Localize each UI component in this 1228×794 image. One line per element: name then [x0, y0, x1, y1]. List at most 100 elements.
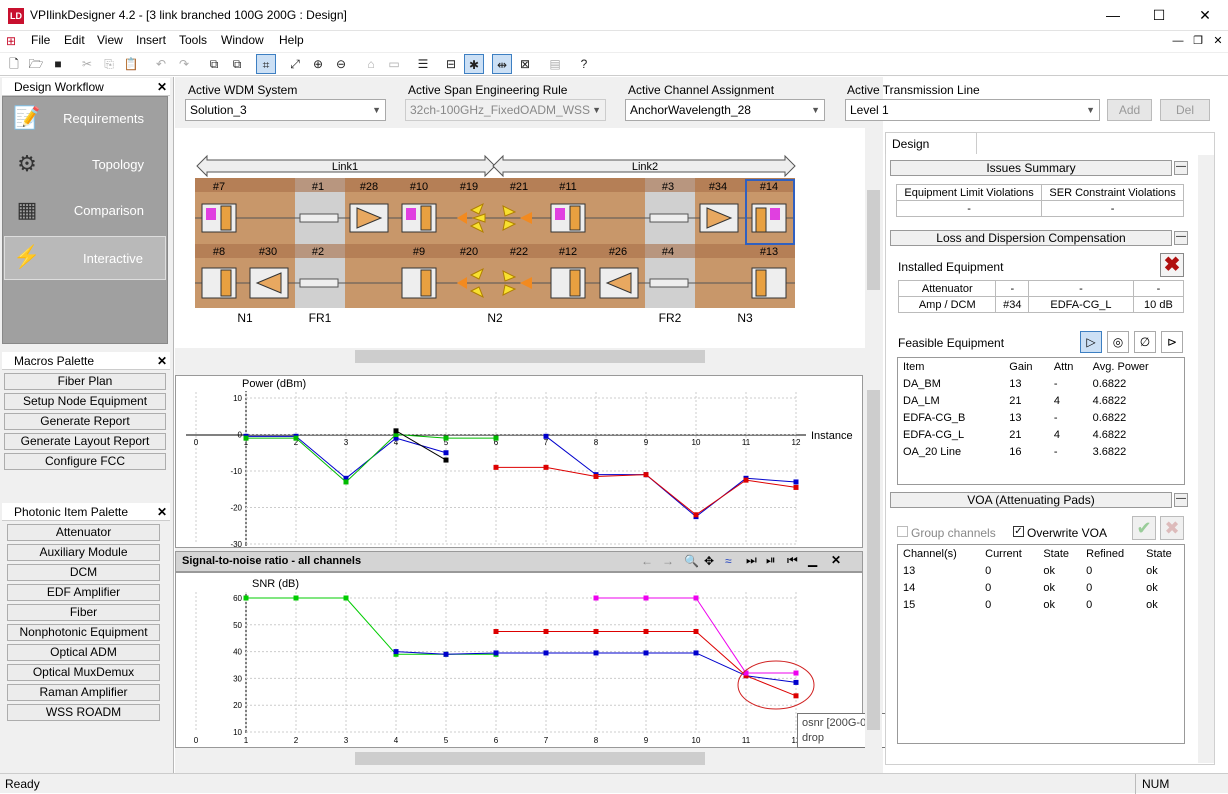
maximize-button[interactable]: ☐: [1136, 0, 1182, 30]
minimize-plot-icon[interactable]: ▁: [808, 553, 817, 567]
duplicate-icon[interactable]: ⧉: [204, 54, 224, 74]
channel-icon[interactable]: ⇹: [492, 54, 512, 74]
wdm-select[interactable]: Solution_3 ▼: [185, 99, 386, 121]
cut-icon[interactable]: ✂: [77, 54, 97, 74]
amplifier-filter-icon[interactable]: ▷: [1080, 331, 1102, 353]
plots-hscroll-thumb[interactable]: [355, 752, 705, 765]
table-row[interactable]: EDFA-CG_B 13 - 0.6822: [898, 409, 1184, 426]
node-tool-icon[interactable]: ⌂: [361, 54, 381, 74]
photonic-close-icon[interactable]: ✕: [157, 503, 169, 521]
open-folder-icon[interactable]: 🗁: [26, 54, 46, 74]
zoom-in-icon[interactable]: ⊕: [308, 54, 328, 74]
photonic-muxdemux[interactable]: Optical MuxDemux: [7, 664, 160, 681]
context-help-icon[interactable]: ?: [574, 54, 594, 74]
power-plot[interactable]: Power (dBm) Instance 10 0 -10 -20 -30 0 1 2 3 4 5 6…: [175, 375, 863, 549]
topology-vscroll-thumb[interactable]: [867, 190, 880, 290]
table-row[interactable]: OA_20 Line 16 - 3.6822: [898, 443, 1184, 460]
group-channels-checkbox[interactable]: [897, 526, 908, 537]
expand-icon[interactable]: ⏯: [766, 553, 776, 568]
menu-tools[interactable]: Tools: [179, 33, 207, 47]
macro-generate-layout[interactable]: Generate Layout Report: [4, 433, 166, 450]
photonic-optical-adm[interactable]: Optical ADM: [7, 644, 160, 661]
back-arrow-icon[interactable]: ←: [641, 554, 653, 568]
workflow-topology[interactable]: Topology: [4, 143, 166, 187]
step-forward-icon[interactable]: ⏭: [746, 553, 757, 568]
link-tool-icon[interactable]: ▭: [384, 54, 404, 74]
copy-icon[interactable]: ⎘: [99, 54, 119, 74]
del-button[interactable]: Del: [1160, 99, 1210, 121]
collapse-icon[interactable]: —: [1174, 231, 1188, 245]
forward-arrow-icon[interactable]: →: [662, 554, 674, 568]
step-back-icon[interactable]: ⏮: [787, 553, 798, 568]
tab-design-assistant[interactable]: Design Assistant: [885, 132, 977, 173]
collapse-icon[interactable]: —: [1174, 161, 1188, 175]
topology-canvas[interactable]: Link1 Link2 #7 #1 #28 #10 #19 #21 #11 #3…: [175, 128, 865, 348]
photonic-auxiliary[interactable]: Auxiliary Module: [7, 544, 160, 561]
photonic-dcm[interactable]: DCM: [7, 564, 160, 581]
macros-close-icon[interactable]: ✕: [157, 352, 169, 370]
dcm-filter-icon[interactable]: ∅: [1134, 331, 1156, 353]
feasible-list[interactable]: Item Gain Attn Avg. Power DA_BM 13 - 0.6822 DA…: [897, 357, 1185, 485]
photonic-attenuator[interactable]: Attenuator: [7, 524, 160, 541]
close-window-button[interactable]: ✕: [1182, 0, 1228, 30]
loss-dispersion-header[interactable]: Loss and Dispersion Compensation: [890, 230, 1172, 246]
menu-insert[interactable]: Insert: [136, 33, 166, 47]
fiber-filter-icon[interactable]: ◎: [1107, 331, 1129, 353]
photonic-nonphotonic[interactable]: Nonphotonic Equipment: [7, 624, 160, 641]
new-file-icon[interactable]: 🗋: [4, 54, 24, 74]
workflow-close-icon[interactable]: ✕: [157, 78, 169, 96]
equipment-icon[interactable]: ⊟: [441, 54, 461, 74]
filter-icon[interactable]: ⊠: [515, 54, 535, 74]
table-row[interactable]: 15 0 ok 0 ok: [898, 596, 1184, 613]
curve-icon[interactable]: ≈: [725, 554, 732, 568]
topology-hscroll-thumb[interactable]: [355, 350, 705, 363]
insert-icon[interactable]: ⧉: [227, 54, 247, 74]
macro-fiber-plan[interactable]: Fiber Plan: [4, 373, 166, 390]
topology-doc-icon[interactable]: ⊞: [6, 33, 22, 49]
cancel-x-icon[interactable]: ✖: [1160, 516, 1184, 540]
zoom-icon[interactable]: 🔍: [684, 554, 699, 568]
menu-help[interactable]: Help: [279, 33, 304, 47]
macro-setup-node[interactable]: Setup Node Equipment: [4, 393, 166, 410]
table-row[interactable]: 14 0 ok 0 ok: [898, 579, 1184, 596]
spectrum-icon[interactable]: ✱: [464, 54, 484, 74]
apply-check-icon[interactable]: ✔: [1132, 516, 1156, 540]
assistant-vscroll[interactable]: [1198, 155, 1214, 763]
attenuator-filter-icon[interactable]: ⊳: [1161, 331, 1183, 353]
undo-icon[interactable]: ↶: [151, 54, 171, 74]
menu-edit[interactable]: Edit: [64, 33, 85, 47]
close-plot-icon[interactable]: ✕: [831, 553, 841, 567]
macro-configure-fcc[interactable]: Configure FCC: [4, 453, 166, 470]
select-mode-icon[interactable]: ⌗: [256, 54, 276, 74]
workflow-requirements[interactable]: Requirements: [4, 97, 166, 141]
photonic-raman[interactable]: Raman Amplifier: [7, 684, 160, 701]
fit-view-icon[interactable]: ⤢: [285, 54, 305, 74]
table-row[interactable]: DA_BM 13 - 0.6822: [898, 375, 1184, 392]
table-row[interactable]: DA_LM 21 4 4.6822: [898, 392, 1184, 409]
remove-equipment-icon[interactable]: ✖: [1160, 253, 1184, 277]
minimize-button[interactable]: —: [1090, 0, 1136, 30]
voa-list[interactable]: Channel(s) Current State Refined State 13 0 ok…: [897, 544, 1185, 744]
fiber-span-icon[interactable]: [649, 278, 689, 288]
collapse-icon[interactable]: —: [1174, 493, 1188, 507]
save-icon[interactable]: ■: [48, 54, 68, 74]
table-row[interactable]: EDFA-CG_L 21 4 4.6822: [898, 426, 1184, 443]
redo-icon[interactable]: ↷: [174, 54, 194, 74]
mdi-restore-button[interactable]: ❐: [1188, 33, 1208, 49]
workflow-comparison[interactable]: Comparison: [4, 189, 166, 233]
menu-file[interactable]: File: [31, 33, 50, 47]
photonic-fiber[interactable]: Fiber: [7, 604, 160, 621]
fiber-span-icon[interactable]: [649, 213, 689, 223]
paste-icon[interactable]: 📋: [121, 54, 141, 74]
fiber-span-icon[interactable]: [299, 278, 339, 288]
macro-generate-report[interactable]: Generate Report: [4, 413, 166, 430]
span-rule-select[interactable]: 32ch-100GHz_FixedOADM_WSS ▼: [405, 99, 606, 121]
mdi-minimize-button[interactable]: —: [1168, 33, 1188, 49]
photonic-wss-roadm[interactable]: WSS ROADM: [7, 704, 160, 721]
overwrite-voa-checkbox[interactable]: ✓: [1013, 526, 1024, 537]
table-row[interactable]: 13 0 ok 0 ok: [898, 562, 1184, 579]
snr-plot[interactable]: SNR (dB) 60 50 40 30 20 10 0 1 2 3 4 5 6 7 8 9 10 11 12: [175, 572, 863, 748]
zoom-out-icon[interactable]: ⊖: [331, 54, 351, 74]
photonic-edfa[interactable]: EDF Amplifier: [7, 584, 160, 601]
list-icon[interactable]: ☰: [413, 54, 433, 74]
